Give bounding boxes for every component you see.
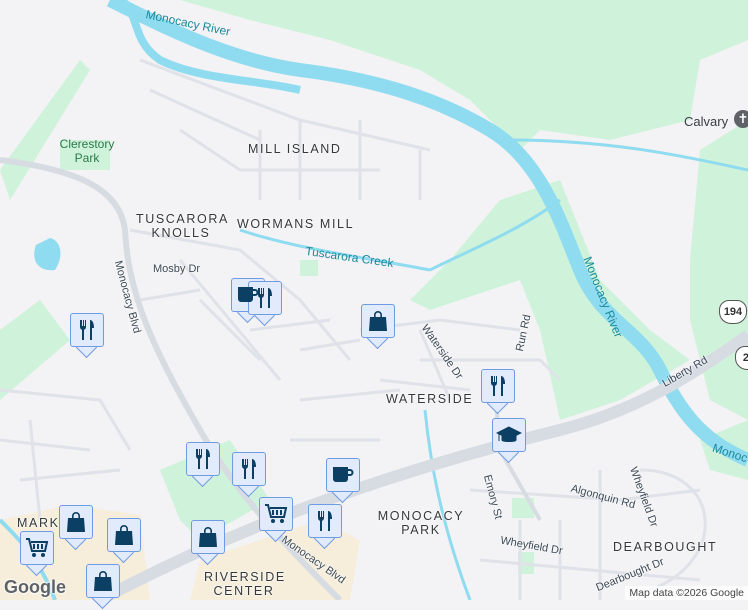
- fork-knife-icon: [315, 510, 335, 532]
- place-label-calvary: Calvary: [684, 114, 729, 129]
- church-icon[interactable]: ✝: [734, 110, 748, 128]
- route-shield-194: 194: [719, 300, 747, 324]
- poi-marker-shopping-cart[interactable]: [259, 497, 293, 543]
- marker-box: [481, 369, 515, 403]
- shopping-bag-icon: [368, 310, 388, 332]
- poi-marker-fork-knife[interactable]: [481, 369, 515, 415]
- shopping-cart-icon: [264, 503, 288, 525]
- marker-box: [107, 518, 141, 552]
- poi-marker-fork-knife[interactable]: [186, 442, 220, 488]
- marker-box: [191, 520, 225, 554]
- marker-box: [308, 504, 342, 538]
- poi-marker-shopping-bag[interactable]: [107, 518, 141, 564]
- shopping-bag-icon: [66, 511, 86, 533]
- shopping-bag-icon: [93, 570, 113, 592]
- map-attribution[interactable]: Map data ©2026 Google: [625, 586, 748, 600]
- area-label-dearbought: DEARBOUGHT: [613, 540, 718, 554]
- poi-marker-shopping-bag[interactable]: [191, 520, 225, 566]
- fork-knife-icon: [239, 458, 259, 480]
- map-canvas[interactable]: [0, 0, 748, 600]
- fork-knife-icon: [255, 287, 275, 309]
- marker-box: [70, 313, 104, 347]
- shopping-bag-icon: [114, 524, 134, 546]
- marker-box: [186, 442, 220, 476]
- shopping-cart-icon: [25, 537, 49, 559]
- graduation-cap-icon: [496, 425, 522, 445]
- google-logo: Google: [4, 577, 66, 597]
- marker-box: [361, 304, 395, 338]
- marker-box: [259, 497, 293, 531]
- poi-marker-shopping-bag[interactable]: [361, 304, 395, 350]
- area-label-monocacy-park: MONOCACY PARK: [377, 509, 465, 537]
- area-label-riverside-center: RIVERSIDE CENTER: [204, 570, 286, 598]
- marker-box: [59, 505, 93, 539]
- poi-marker-graduation-cap[interactable]: [492, 418, 526, 464]
- poi-marker-shopping-bag[interactable]: [59, 505, 93, 551]
- area-label-mark: MARK: [17, 516, 60, 530]
- marker-box: [232, 452, 266, 486]
- fork-knife-icon: [488, 375, 508, 397]
- park-label-clerestory: Clerestory Park: [59, 137, 115, 165]
- marker-box: [492, 418, 526, 452]
- marker-box: [20, 531, 54, 565]
- fork-knife-icon: [193, 448, 213, 470]
- area-label-waterside: WATERSIDE: [386, 392, 474, 406]
- poi-marker-fork-knife[interactable]: [308, 504, 342, 550]
- shopping-bag-icon: [198, 526, 218, 548]
- area-label-tuscarora-knolls: TUSCARORA KNOLLS: [136, 212, 229, 240]
- poi-marker-shopping-cart[interactable]: [20, 531, 54, 577]
- marker-box: [86, 564, 120, 598]
- cup-icon: [332, 466, 354, 484]
- area-label-wormans-mill: WORMANS MILL: [237, 217, 355, 231]
- area-label-mill-island: MILL ISLAND: [248, 142, 342, 156]
- poi-marker-fork-knife[interactable]: [70, 313, 104, 359]
- poi-marker-shopping-bag[interactable]: [86, 564, 120, 610]
- poi-marker-fork-knife[interactable]: [232, 452, 266, 498]
- fork-knife-icon: [77, 319, 97, 341]
- marker-box: [326, 458, 360, 492]
- poi-marker-cup[interactable]: [326, 458, 360, 504]
- road-label-mosby-dr: Mosby Dr: [153, 263, 201, 275]
